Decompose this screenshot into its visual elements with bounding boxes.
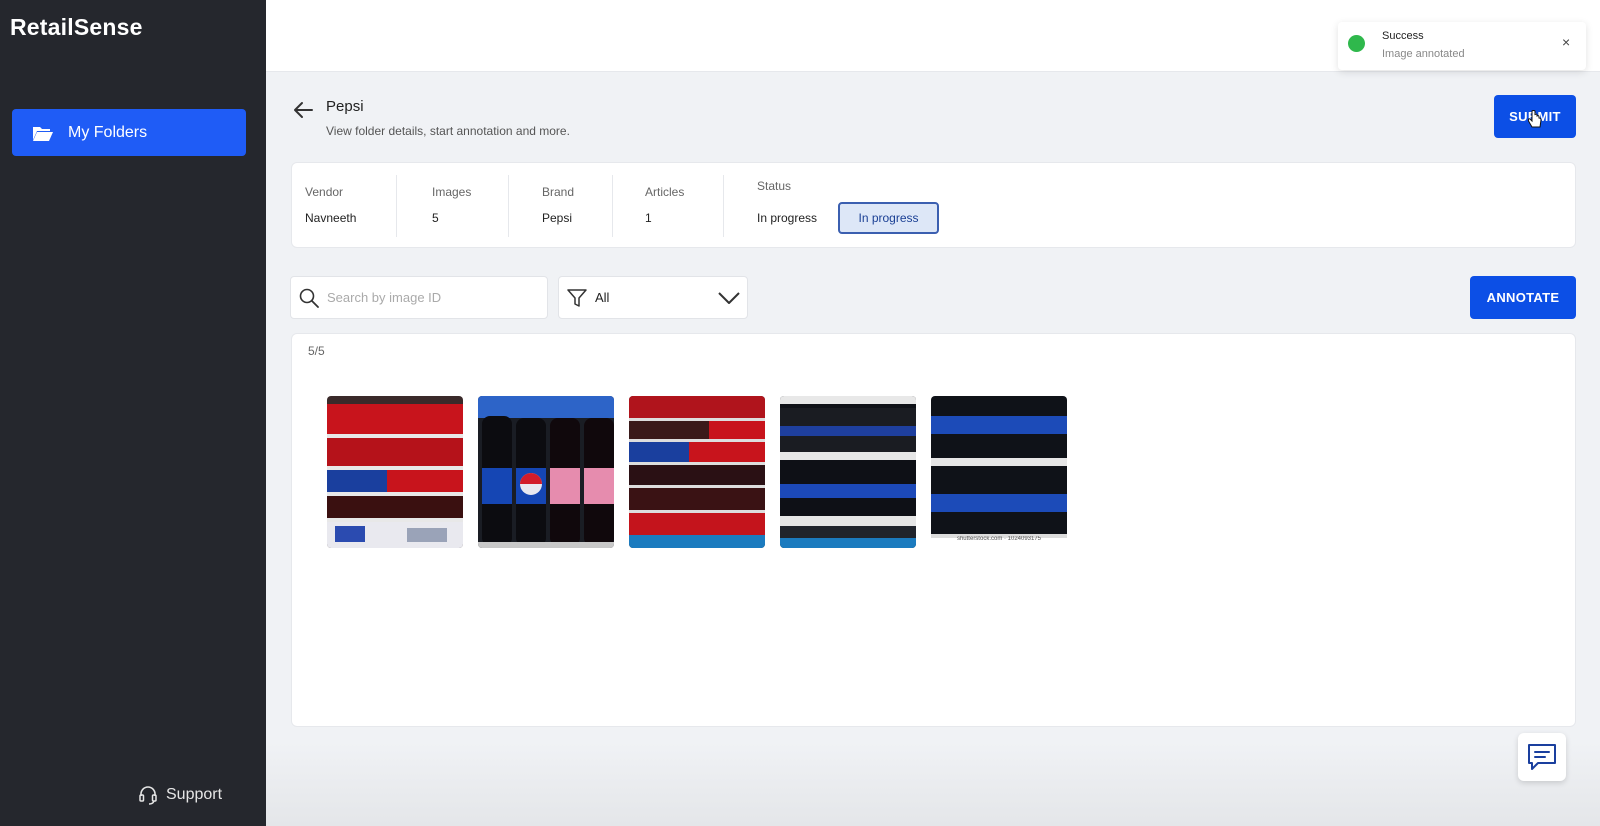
image-thumbnail-5[interactable] — [931, 396, 1067, 548]
chevron-down-icon — [717, 288, 741, 308]
divider — [723, 175, 724, 237]
status-value: In progress — [757, 211, 818, 225]
chat-icon — [1526, 742, 1558, 772]
vendor-value: Navneeth — [305, 211, 357, 225]
success-dot-icon — [1348, 35, 1365, 52]
articles-label: Articles — [645, 185, 685, 199]
vendor-label: Vendor — [305, 185, 344, 199]
page-subtitle: View folder details, start annotation an… — [326, 124, 570, 138]
back-arrow-icon[interactable] — [292, 100, 314, 120]
divider — [508, 175, 509, 237]
headset-icon — [138, 785, 158, 805]
status-filter-dropdown[interactable]: All — [558, 276, 748, 319]
sidebar: RetailSense My Folders Support — [0, 0, 266, 826]
hand-cursor-icon — [1527, 110, 1543, 130]
image-watermark: shutterstock.com · 1024093175 — [956, 536, 1042, 542]
image-count: 5/5 — [308, 344, 325, 358]
folder-info-card: Vendor Navneeth Images 5 Brand Pepsi Art… — [291, 162, 1576, 248]
folder-open-icon — [32, 124, 54, 142]
chat-button[interactable] — [1518, 733, 1566, 781]
status-chip-in-progress[interactable]: In progress — [838, 202, 939, 234]
close-icon[interactable]: × — [1562, 34, 1570, 50]
images-label: Images — [432, 185, 472, 199]
annotate-button[interactable]: ANNOTATE — [1470, 276, 1576, 319]
search-input[interactable] — [327, 290, 537, 305]
sidebar-item-label: My Folders — [68, 123, 148, 141]
image-thumbnail-3[interactable] — [629, 396, 765, 548]
filter-value: All — [595, 290, 610, 305]
image-thumbnail-2[interactable] — [478, 396, 614, 548]
brand-value: Pepsi — [542, 211, 573, 225]
toast-message: Image annotated — [1382, 48, 1465, 60]
images-value: 5 — [432, 211, 439, 225]
search-icon — [299, 288, 319, 308]
articles-value: 1 — [645, 211, 652, 225]
success-toast: Success Image annotated × — [1338, 22, 1586, 70]
brand-label: Brand — [542, 185, 575, 199]
page-title: Pepsi — [326, 98, 364, 115]
image-thumbnail-4[interactable] — [780, 396, 916, 548]
status-label: Status — [757, 179, 792, 193]
search-box[interactable] — [290, 276, 548, 319]
bottom-shade — [266, 742, 1600, 826]
image-gallery: 5/5 shutterstock.com · 1024093175 — [291, 333, 1576, 727]
sidebar-item-my-folders[interactable]: My Folders — [12, 109, 246, 156]
support-link[interactable]: Support — [138, 785, 222, 805]
divider — [612, 175, 613, 237]
filter-icon — [567, 288, 587, 308]
toast-title: Success — [1382, 30, 1424, 42]
support-label: Support — [166, 786, 223, 803]
image-thumbnail-1[interactable] — [327, 396, 463, 548]
app-logo: RetailSense — [10, 14, 143, 40]
divider — [396, 175, 397, 237]
